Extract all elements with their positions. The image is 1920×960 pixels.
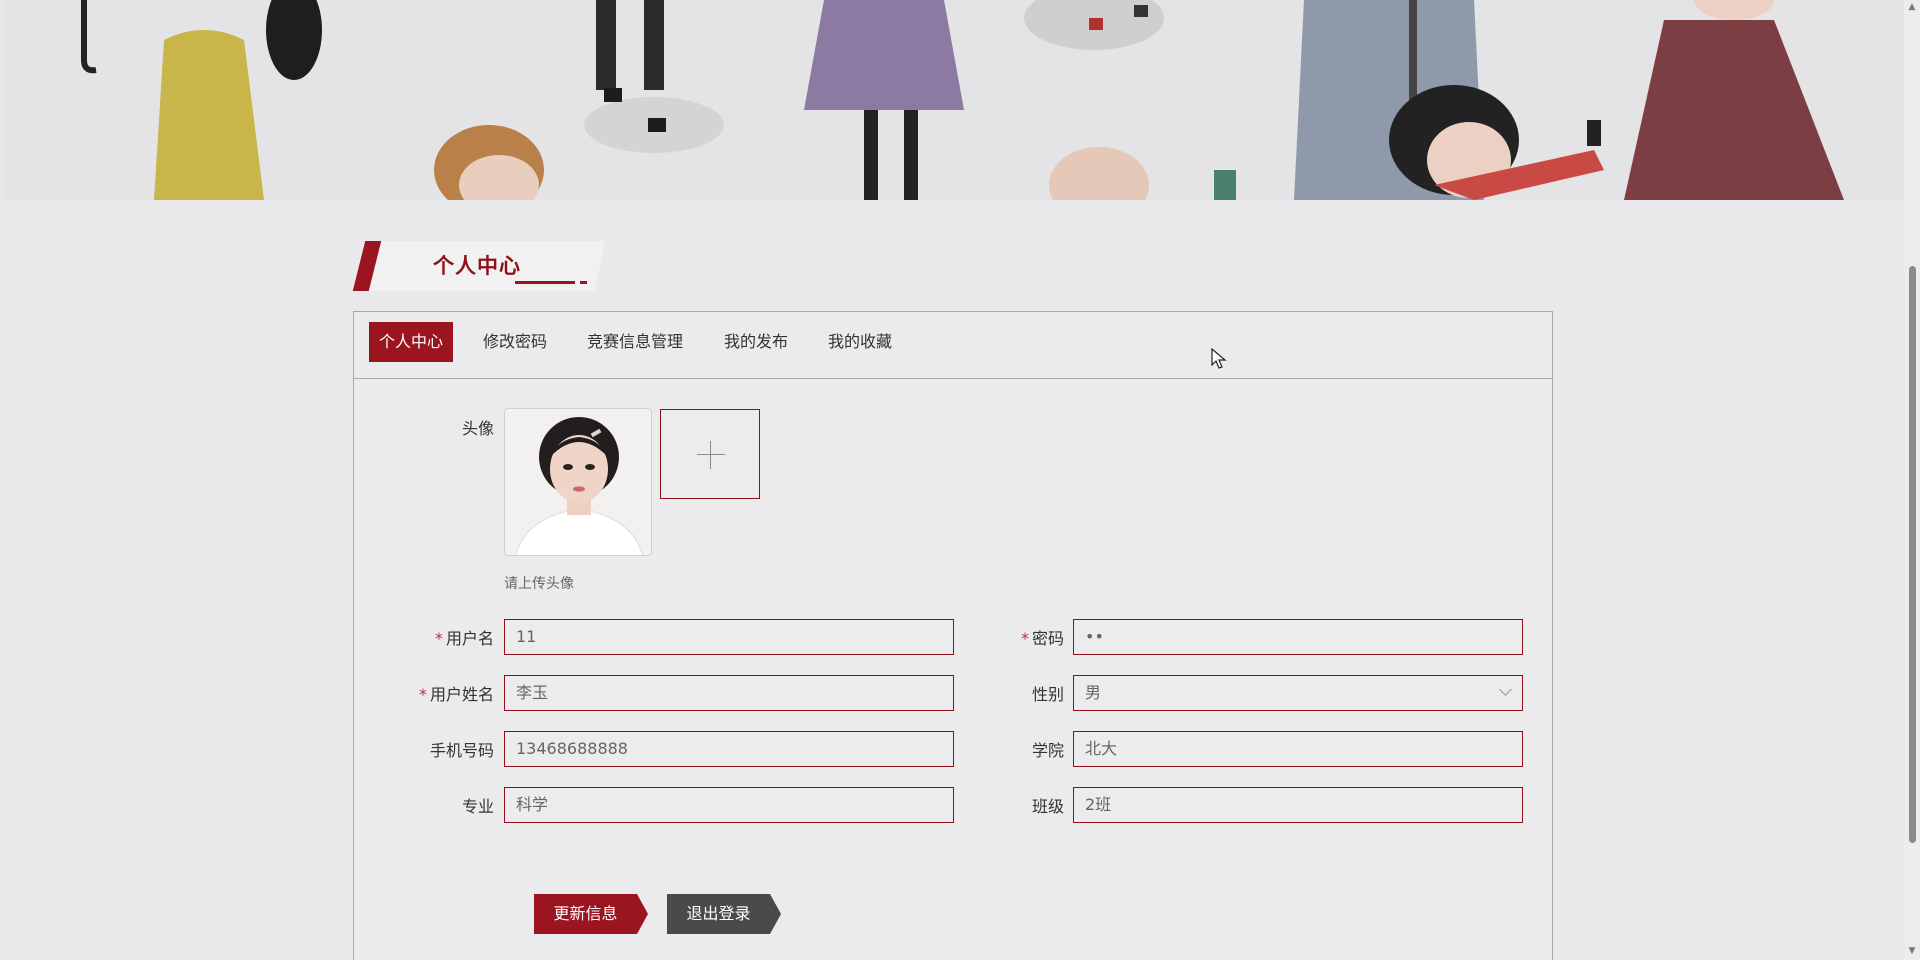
profile-card: 个人中心 修改密码 竞赛信息管理 我的发布 我的收藏 头像 请上传头像 * 用户名…	[353, 311, 1553, 960]
chevron-down-icon	[1499, 683, 1512, 696]
gender-select[interactable]: 男	[1073, 675, 1523, 711]
college-field[interactable]: 北大	[1073, 731, 1523, 767]
update-info-button[interactable]: 更新信息	[534, 894, 648, 934]
tab-my-favorites[interactable]: 我的收藏	[818, 322, 902, 362]
college-label: 学院	[1031, 741, 1064, 760]
avatar-label: 头像	[461, 419, 494, 438]
mouse-pointer-icon	[1211, 348, 1227, 369]
gender-value: 男	[1085, 683, 1102, 702]
scroll-down-arrow-icon[interactable]: ▼	[1907, 946, 1917, 956]
major-field[interactable]: 科学	[504, 787, 954, 823]
password-field[interactable]: ••	[1073, 619, 1523, 655]
class-field[interactable]: 2班	[1073, 787, 1523, 823]
tab-bar: 个人中心 修改密码 竞赛信息管理 我的发布 我的收藏	[354, 312, 1552, 379]
scroll-up-arrow-icon[interactable]: ▲	[1907, 2, 1917, 12]
phone-label: 手机号码	[429, 741, 494, 760]
avatar-upload-hint: 请上传头像	[504, 576, 574, 592]
tab-competition-management[interactable]: 竞赛信息管理	[577, 322, 693, 362]
tab-my-posts[interactable]: 我的发布	[714, 322, 798, 362]
major-label: 专业	[461, 797, 494, 816]
avatar[interactable]	[504, 408, 652, 556]
required-mark: *	[434, 629, 443, 648]
avatar-upload-button[interactable]	[660, 409, 760, 499]
required-mark: *	[418, 685, 427, 704]
class-label: 班级	[1031, 797, 1064, 816]
tab-profile[interactable]: 个人中心	[369, 322, 454, 362]
banner-illustration	[4, 0, 1904, 200]
logout-button[interactable]: 退出登录	[667, 894, 781, 934]
page-title: 个人中心	[433, 254, 521, 278]
username-label: * 用户名	[434, 629, 494, 648]
scrollbar[interactable]: ▲ ▼	[1904, 0, 1920, 960]
title-underline-dot	[580, 281, 587, 284]
username-field[interactable]: 11	[504, 619, 954, 655]
gender-label: 性别	[1031, 685, 1064, 704]
phone-field[interactable]: 13468688888	[504, 731, 954, 767]
title-underline	[515, 281, 575, 284]
plus-icon	[697, 454, 725, 455]
required-mark: *	[1020, 629, 1029, 648]
realname-field[interactable]: 李玉	[504, 675, 954, 711]
tab-change-password[interactable]: 修改密码	[473, 322, 557, 362]
scrollbar-thumb[interactable]	[1909, 266, 1916, 843]
password-label: * 密码	[1020, 629, 1064, 648]
section-header: 个人中心	[352, 241, 606, 291]
realname-label: * 用户姓名	[418, 685, 494, 704]
